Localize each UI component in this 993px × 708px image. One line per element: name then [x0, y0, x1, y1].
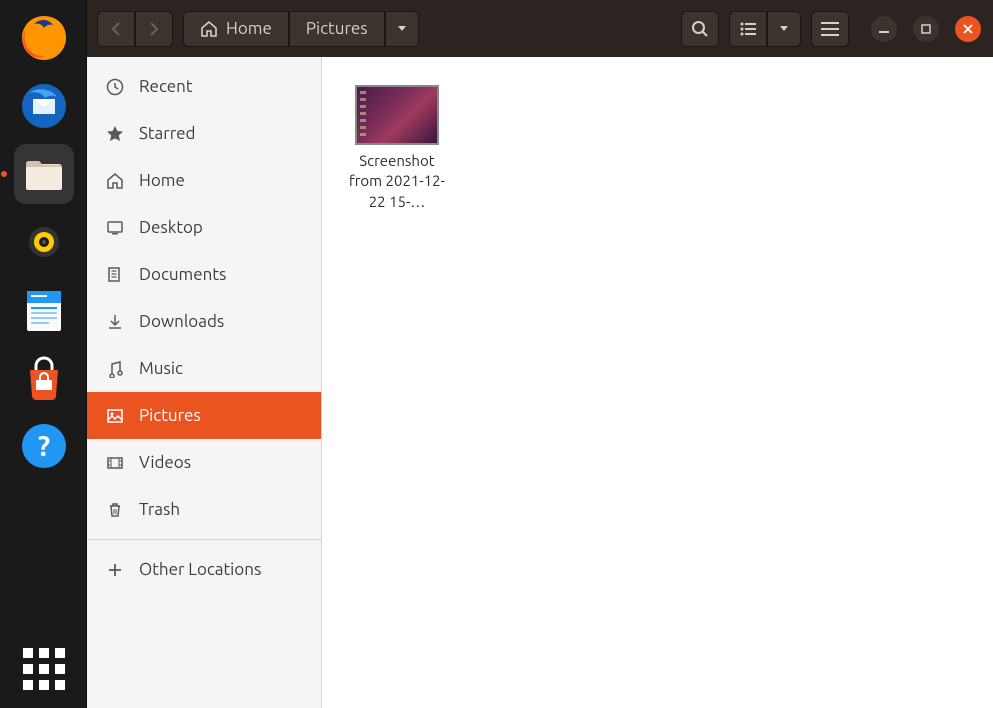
apps-grid-icon	[23, 648, 65, 690]
sidebar-label: Documents	[139, 265, 226, 284]
sidebar-label: Recent	[139, 77, 193, 96]
shopping-bag-icon	[20, 354, 68, 402]
sidebar-label: Starred	[139, 124, 196, 143]
caret-down-icon	[779, 25, 789, 33]
sidebar-item-other-locations[interactable]: Other Locations	[87, 546, 321, 593]
search-button[interactable]	[681, 11, 719, 47]
sidebar-item-desktop[interactable]: Desktop	[87, 204, 321, 251]
caret-down-icon	[397, 25, 407, 33]
sidebar-label: Pictures	[139, 406, 201, 425]
sidebar-separator	[87, 539, 321, 540]
sidebar-item-music[interactable]: Music	[87, 345, 321, 392]
sidebar-label: Trash	[139, 500, 180, 519]
star-icon	[105, 125, 125, 143]
path-pictures-label: Pictures	[306, 19, 368, 38]
sidebar-label: Music	[139, 359, 183, 378]
minimize-button[interactable]	[871, 16, 897, 42]
sidebar-label: Other Locations	[139, 560, 261, 579]
svg-text:?: ?	[37, 431, 49, 462]
close-icon	[963, 24, 973, 34]
close-button[interactable]	[955, 16, 981, 42]
thunderbird-icon	[19, 81, 69, 131]
dock-firefox[interactable]	[14, 8, 74, 68]
file-label: Screenshot from 2021-12-22 15-…	[342, 151, 452, 212]
file-item[interactable]: Screenshot from 2021-12-22 15-…	[342, 85, 452, 212]
sidebar-item-starred[interactable]: Starred	[87, 110, 321, 157]
nav-buttons	[97, 11, 173, 47]
dock-writer[interactable]	[14, 280, 74, 340]
dock-thunderbird[interactable]	[14, 76, 74, 136]
dock: ?	[0, 0, 87, 708]
plus-icon	[105, 562, 125, 578]
file-grid[interactable]: Screenshot from 2021-12-22 15-…	[322, 57, 993, 708]
sidebar-label: Videos	[139, 453, 191, 472]
sidebar-item-videos[interactable]: Videos	[87, 439, 321, 486]
documents-icon	[105, 266, 125, 284]
sidebar-item-recent[interactable]: Recent	[87, 63, 321, 110]
chevron-left-icon	[110, 22, 122, 36]
search-icon	[691, 20, 709, 38]
back-button[interactable]	[97, 11, 135, 47]
maximize-icon	[921, 24, 931, 34]
forward-button[interactable]	[135, 11, 173, 47]
folder-icon	[20, 150, 68, 198]
files-window: Home Pictures	[87, 0, 993, 708]
file-thumbnail	[355, 85, 439, 145]
list-icon	[739, 21, 757, 37]
sidebar-item-home[interactable]: Home	[87, 157, 321, 204]
sidebar-label: Downloads	[139, 312, 224, 331]
chevron-right-icon	[148, 22, 160, 36]
dock-show-apps[interactable]	[0, 648, 87, 690]
music-icon	[105, 360, 125, 378]
hamburger-menu[interactable]	[811, 11, 849, 47]
path-pictures[interactable]: Pictures	[289, 11, 385, 47]
minimize-icon	[879, 24, 889, 34]
window-body: Recent Starred Home Desktop Documents Do…	[87, 57, 993, 708]
path-home[interactable]: Home	[183, 11, 289, 47]
path-bar: Home Pictures	[183, 11, 419, 47]
speaker-icon	[20, 218, 68, 266]
sidebar-label: Home	[139, 171, 185, 190]
menu-icon	[821, 22, 839, 36]
dock-help[interactable]: ?	[14, 416, 74, 476]
pictures-icon	[105, 407, 125, 425]
desktop-icon	[105, 219, 125, 237]
home-icon	[105, 172, 125, 190]
sidebar-item-trash[interactable]: Trash	[87, 486, 321, 533]
sidebar-item-downloads[interactable]: Downloads	[87, 298, 321, 345]
sidebar: Recent Starred Home Desktop Documents Do…	[87, 57, 322, 708]
help-icon: ?	[20, 422, 68, 470]
dock-rhythmbox[interactable]	[14, 212, 74, 272]
firefox-icon	[19, 13, 69, 63]
document-icon	[21, 287, 67, 333]
maximize-button[interactable]	[913, 16, 939, 42]
sidebar-label: Desktop	[139, 218, 203, 237]
dock-software[interactable]	[14, 348, 74, 408]
trash-icon	[105, 501, 125, 519]
videos-icon	[105, 454, 125, 472]
sidebar-item-documents[interactable]: Documents	[87, 251, 321, 298]
sidebar-item-pictures[interactable]: Pictures	[87, 392, 321, 439]
list-view-button[interactable]	[729, 11, 767, 47]
view-group	[729, 11, 801, 47]
home-icon	[200, 20, 218, 38]
path-dropdown[interactable]	[385, 11, 419, 47]
path-home-label: Home	[226, 19, 272, 38]
window-controls	[871, 16, 981, 42]
view-options-button[interactable]	[767, 11, 801, 47]
downloads-icon	[105, 313, 125, 331]
dock-files[interactable]	[14, 144, 74, 204]
titlebar: Home Pictures	[87, 0, 993, 57]
clock-icon	[105, 78, 125, 96]
